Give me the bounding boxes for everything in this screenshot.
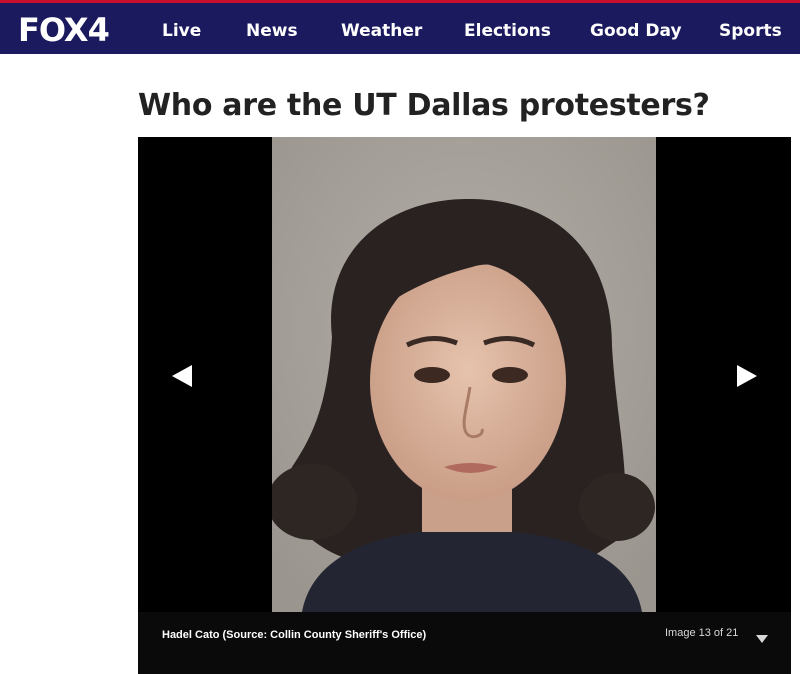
site-header: FOX4 Live News Weather Elections Good Da… <box>0 0 800 54</box>
previous-image-button[interactable] <box>170 363 194 389</box>
right-arrow-icon <box>737 365 757 387</box>
nav-item-good-day[interactable]: Good Day <box>590 21 682 41</box>
chevron-down-icon <box>756 635 768 643</box>
image-caption: Hadel Cato (Source: Collin County Sherif… <box>162 629 427 641</box>
mugshot-image <box>272 137 656 612</box>
counter-toggle-button[interactable] <box>756 630 768 643</box>
photo-gallery: Hadel Cato (Source: Collin County Sherif… <box>138 137 791 674</box>
nav-item-elections[interactable]: Elections <box>464 21 551 41</box>
gallery-caption-bar: Hadel Cato (Source: Collin County Sherif… <box>138 612 791 674</box>
article-headline: Who are the UT Dallas protesters? <box>138 88 710 123</box>
nav-item-live[interactable]: Live <box>162 21 201 41</box>
fox4-logo[interactable]: FOX4 <box>18 13 110 47</box>
nav-item-weather[interactable]: Weather <box>341 21 422 41</box>
image-counter: Image 13 of 21 <box>665 627 739 639</box>
gallery-photo <box>272 137 656 612</box>
left-arrow-icon <box>172 365 192 387</box>
next-image-button[interactable] <box>735 363 759 389</box>
nav-item-news[interactable]: News <box>246 21 298 41</box>
nav-item-sports[interactable]: Sports <box>719 21 782 41</box>
